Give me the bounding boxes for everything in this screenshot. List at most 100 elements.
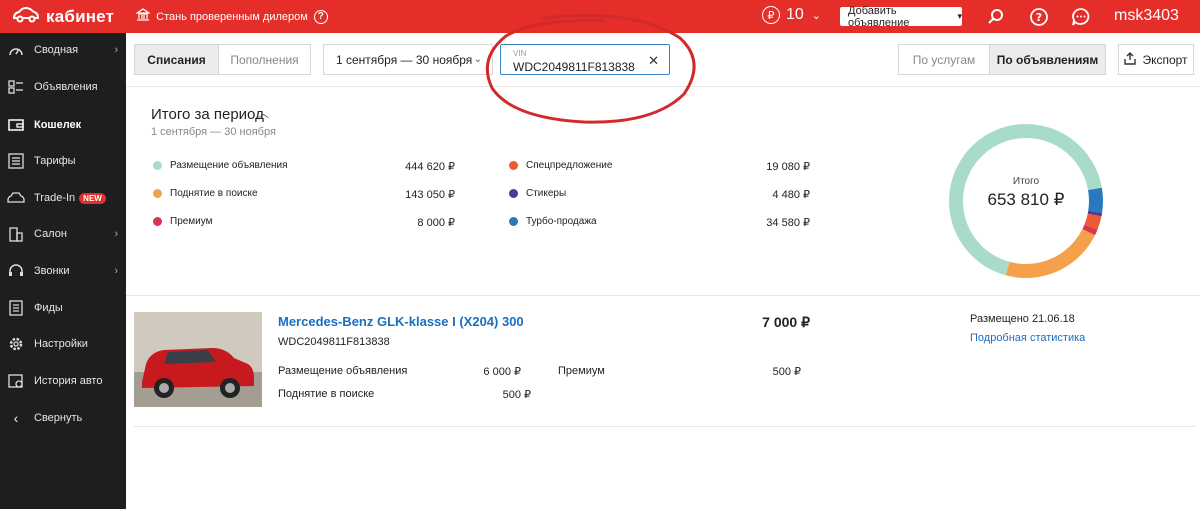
summary-title: Итого за период — [151, 106, 264, 123]
export-icon — [1124, 51, 1137, 68]
svg-text:?: ? — [1036, 11, 1042, 24]
history-icon — [7, 372, 25, 390]
dealer-text: Стань проверенным дилером — [156, 10, 308, 23]
sidebar-item-label: Trade-In — [34, 192, 76, 204]
vin-value: WDC2049811F813838 — [513, 60, 635, 74]
legend-dot — [509, 161, 518, 170]
sidebar-item-label: Звонки — [34, 265, 70, 277]
donut-total-label: Итого — [1012, 176, 1040, 187]
sidebar-item-salon[interactable]: Салон › — [0, 223, 126, 245]
chevron-up-icon[interactable]: ︿ — [258, 105, 269, 121]
legend-amount: 444 620 ₽ — [405, 161, 455, 173]
export-button[interactable]: Экспорт — [1118, 44, 1194, 75]
top-bar: кабинет Стань проверенным дилером ? ₽ 10… — [0, 0, 1200, 33]
close-icon[interactable]: ✕ — [648, 53, 659, 69]
summary-period: 1 сентября — 30 ноября — [151, 126, 276, 138]
search-icon[interactable] — [986, 7, 1006, 27]
service-label: Премиум — [558, 365, 605, 377]
chevron-right-icon: › — [114, 228, 118, 240]
vin-label: VIN — [513, 49, 527, 58]
sidebar-item-tariffs[interactable]: Тарифы — [0, 150, 126, 172]
sidebar-item-listings[interactable]: Объявления — [0, 76, 126, 98]
date-range-select[interactable]: 1 сентября — 30 ноября ⌄ — [323, 44, 493, 75]
vin-input[interactable]: VIN WDC2049811F813838 ✕ — [500, 44, 670, 75]
legend-dot — [153, 189, 162, 198]
divider — [134, 426, 1196, 427]
legend-dot — [509, 189, 518, 198]
divider — [126, 295, 1200, 296]
add-ad-button[interactable]: Добавить объявление ▾ — [840, 4, 962, 29]
gear-icon — [7, 335, 25, 353]
legend-item: Премиум — [153, 216, 213, 227]
service-label: Размещение объявления — [278, 365, 408, 377]
legend-amount: 143 050 ₽ — [405, 189, 455, 201]
placed-date: Размещено 21.06.18 — [970, 313, 1075, 325]
logo-text: кабинет — [46, 6, 115, 26]
balance-value: 10 — [786, 6, 804, 23]
sidebar-item-label: Свернуть — [34, 412, 83, 424]
logo[interactable]: кабинет — [12, 7, 114, 27]
sidebar: Сводная › Объявления Кошелек Тарифы Trad… — [0, 33, 126, 509]
building-icon — [7, 225, 25, 243]
tab-by-services[interactable]: По услугам — [899, 45, 989, 74]
legend-label: Премиум — [170, 216, 213, 227]
headset-icon — [7, 262, 25, 280]
legend-item: Стикеры — [509, 188, 566, 199]
sidebar-item-trade-in[interactable]: Trade-In NEW — [0, 187, 126, 209]
legend-item: Поднятие в поиске — [153, 188, 258, 199]
legend-dot — [153, 161, 162, 170]
sidebar-item-calls[interactable]: Звонки › — [0, 260, 126, 282]
chevron-left-icon: ‹ — [13, 410, 19, 426]
grouping-switch: По услугам По объявлениям — [898, 44, 1106, 75]
tab-debits[interactable]: Списания — [135, 45, 218, 74]
balance[interactable]: ₽ 10 ⌄ — [762, 6, 821, 24]
listings-icon — [7, 78, 25, 96]
debit-credit-switch: Списания Пополнения — [134, 44, 311, 75]
dealer-link[interactable]: Стань проверенным дилером ? — [135, 8, 328, 25]
help-circle-icon[interactable]: ? — [1029, 7, 1049, 27]
divider — [126, 86, 1200, 87]
ruble-icon: ₽ — [762, 6, 780, 24]
detailed-stats-link[interactable]: Подробная статистика — [970, 332, 1085, 344]
car-logo-icon — [12, 7, 40, 26]
legend-dot — [509, 217, 518, 226]
service-amount: 6 000 ₽ — [483, 366, 521, 378]
sidebar-item-label: Сводная — [34, 44, 79, 56]
donut-total-value: 653 810 ₽ — [987, 190, 1065, 209]
chevron-down-icon: ⌄ — [811, 9, 822, 22]
sidebar-item-car-history[interactable]: История авто — [0, 370, 126, 392]
sidebar-item-collapse[interactable]: ‹ Свернуть — [0, 407, 126, 429]
listing-title-link[interactable]: Mercedes-Benz GLK-klasse I (X204) 300 — [278, 314, 524, 329]
legend-amount: 19 080 ₽ — [766, 161, 810, 173]
car-icon — [7, 189, 25, 207]
legend-label: Стикеры — [526, 188, 567, 199]
sidebar-item-label: Фиды — [34, 302, 63, 314]
legend-amount: 34 580 ₽ — [766, 217, 810, 229]
legend-label: Поднятие в поиске — [170, 188, 258, 199]
sidebar-item-settings[interactable]: Настройки — [0, 333, 126, 355]
car-photo[interactable] — [134, 312, 262, 407]
legend-dot — [153, 217, 162, 226]
document-icon — [7, 299, 25, 317]
date-range-value: 1 сентября — 30 ноября — [336, 52, 473, 67]
legend-label: Размещение объявления — [170, 160, 288, 171]
sidebar-item-label: Настройки — [34, 338, 88, 350]
sidebar-item-wallet[interactable]: Кошелек — [0, 114, 126, 136]
tab-credits[interactable]: Пополнения — [218, 45, 310, 74]
sidebar-item-label: Кошелек — [34, 119, 82, 131]
listing-vin: WDC2049811F813838 — [278, 336, 390, 348]
legend-label: Турбо-продажа — [526, 216, 597, 227]
new-badge: NEW — [79, 192, 106, 204]
help-icon[interactable]: ? — [313, 9, 328, 24]
chevron-down-icon: ⌄ — [473, 54, 482, 65]
service-label: Поднятие в поиске — [278, 388, 375, 400]
sidebar-item-summary[interactable]: Сводная › — [0, 39, 126, 61]
chat-icon[interactable] — [1071, 7, 1091, 27]
username[interactable]: msk3403 — [1114, 7, 1179, 25]
legend-item: Размещение объявления — [153, 160, 288, 171]
service-amount: 500 ₽ — [772, 366, 801, 378]
add-ad-label: Добавить объявление — [848, 4, 910, 29]
tab-by-ads[interactable]: По объявлениям — [989, 45, 1105, 74]
sidebar-item-feeds[interactable]: Фиды — [0, 297, 126, 319]
chevron-down-icon: ▾ — [957, 11, 962, 21]
